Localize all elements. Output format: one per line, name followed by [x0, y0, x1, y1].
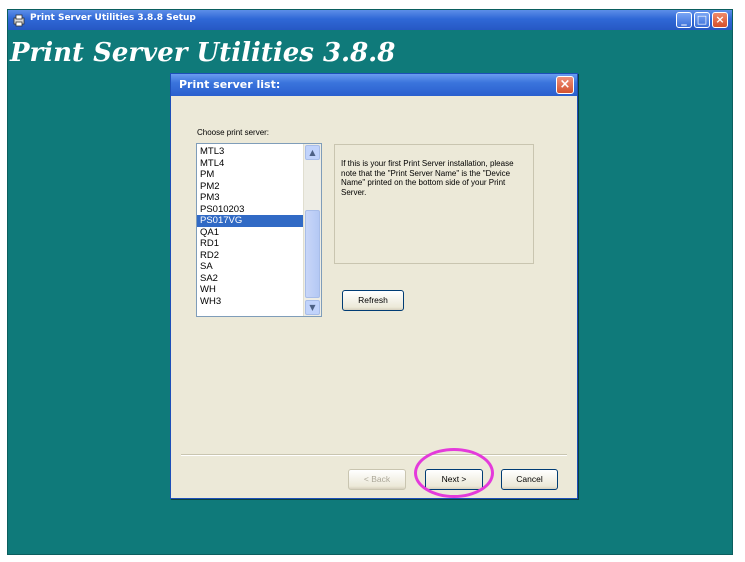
window-close-button[interactable]: ×	[712, 12, 728, 28]
refresh-button[interactable]: Refresh	[342, 290, 404, 311]
separator	[181, 454, 567, 456]
next-button[interactable]: Next >	[425, 469, 483, 490]
list-item[interactable]: PM3	[197, 192, 305, 204]
choose-server-label: Choose print server:	[197, 128, 270, 137]
info-panel: If this is your first Print Server insta…	[334, 144, 534, 264]
listbox-scrollbar[interactable]: ▲ ▼	[303, 144, 321, 316]
scroll-down-button[interactable]: ▼	[305, 300, 320, 315]
list-item[interactable]: SA2	[197, 273, 305, 285]
scroll-up-button[interactable]: ▲	[305, 145, 320, 160]
back-button[interactable]: < Back	[348, 469, 406, 490]
list-item[interactable]: RD1	[197, 238, 305, 250]
server-list: MTL3 MTL4 PM PM2 PM3 PS010203 PS017VG QA1 RD1 RD2…	[197, 146, 305, 307]
scroll-thumb[interactable]	[305, 210, 320, 298]
list-item[interactable]: PS010203	[197, 204, 305, 216]
setup-window-titlebar[interactable]: Print Server Utilities 3.8.8 Setup _ □ ×	[8, 10, 732, 30]
print-server-list-dialog: Print server list: × Choose print server…	[170, 73, 578, 499]
dialog-titlebar[interactable]: Print server list: ×	[171, 74, 577, 96]
minimize-icon: _	[681, 13, 687, 26]
list-item[interactable]: QA1	[197, 227, 305, 239]
printer-icon	[13, 14, 25, 27]
banner-title: Print Server Utilities 3.8.8	[10, 38, 396, 68]
list-item[interactable]: SA	[197, 261, 305, 273]
setup-window-title: Print Server Utilities 3.8.8 Setup	[30, 13, 196, 23]
list-item[interactable]: PM	[197, 169, 305, 181]
list-item[interactable]: RD2	[197, 250, 305, 262]
maximize-icon: □	[696, 13, 708, 26]
dialog-close-button[interactable]: ×	[556, 76, 574, 94]
list-item[interactable]: PS017VG	[197, 215, 305, 227]
list-item[interactable]: MTL3	[197, 146, 305, 158]
minimize-button[interactable]: _	[676, 12, 692, 28]
list-item[interactable]: PM2	[197, 181, 305, 193]
maximize-button[interactable]: □	[694, 12, 710, 28]
close-icon: ×	[559, 77, 571, 92]
list-item[interactable]: WH	[197, 284, 305, 296]
info-text: If this is your first Print Server insta…	[341, 159, 514, 197]
print-server-listbox[interactable]: MTL3 MTL4 PM PM2 PM3 PS010203 PS017VG QA1 RD1 RD2…	[196, 143, 322, 317]
dialog-title: Print server list:	[179, 78, 281, 91]
list-item[interactable]: MTL4	[197, 158, 305, 170]
chevron-up-icon: ▲	[309, 148, 316, 157]
close-icon: ×	[715, 13, 725, 26]
chevron-down-icon: ▼	[309, 303, 316, 312]
list-item[interactable]: WH3	[197, 296, 305, 308]
cancel-button[interactable]: Cancel	[501, 469, 558, 490]
